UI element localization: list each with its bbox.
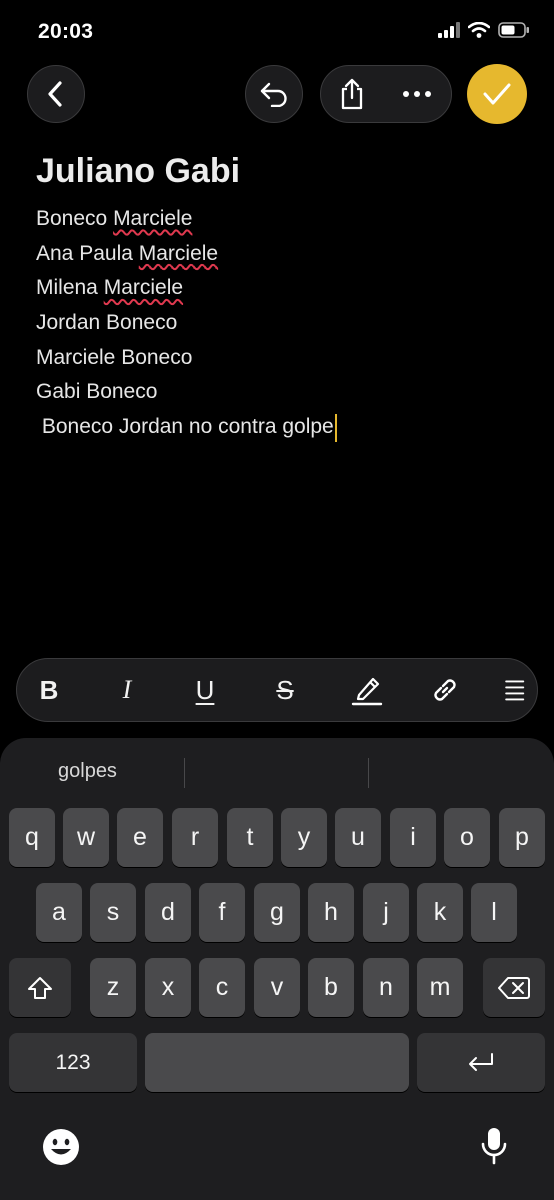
cellular-signal-icon	[438, 22, 460, 38]
chevron-left-icon	[48, 81, 62, 107]
key-c[interactable]: c	[199, 958, 245, 1017]
line-text: Gabi Boneco	[36, 380, 158, 404]
note-line: Ana Paula Marciele	[36, 239, 337, 274]
key-g[interactable]: g	[254, 883, 300, 942]
italic-button[interactable]: I	[107, 659, 147, 721]
undo-icon	[260, 82, 287, 107]
key-i[interactable]: i	[390, 808, 436, 867]
key-p[interactable]: p	[499, 808, 545, 867]
key-d[interactable]: d	[145, 883, 191, 942]
shift-key[interactable]	[9, 958, 71, 1017]
misspelled-word[interactable]: Marciele	[113, 207, 192, 230]
key-u[interactable]: u	[335, 808, 381, 867]
key-t[interactable]: t	[227, 808, 273, 867]
key-j[interactable]: j	[363, 883, 409, 942]
note-line: Marciele Boneco	[36, 343, 337, 378]
key-a[interactable]: a	[36, 883, 82, 942]
share-button[interactable]	[321, 78, 383, 110]
key-s[interactable]: s	[90, 883, 136, 942]
line-text: Marciele Boneco	[36, 345, 193, 369]
numbers-key[interactable]: 123	[9, 1033, 137, 1092]
bold-button[interactable]: B	[29, 659, 69, 721]
note-line: Gabi Boneco	[36, 377, 337, 412]
shift-icon	[28, 976, 52, 999]
key-l[interactable]: l	[471, 883, 517, 942]
key-k[interactable]: k	[417, 883, 463, 942]
return-icon	[469, 1052, 493, 1071]
key-f[interactable]: f	[199, 883, 245, 942]
note-line: Boneco Jordan no contra golpe	[36, 412, 337, 447]
line-text: Ana Paula	[36, 241, 139, 265]
line-text: Boneco Jordan no contra golpe	[36, 415, 334, 439]
line-text: Milena	[36, 276, 104, 300]
dictation-button[interactable]	[480, 1126, 508, 1171]
key-n[interactable]: n	[363, 958, 409, 1017]
format-toolbar: B I U S	[16, 658, 538, 722]
emoji-icon	[43, 1129, 79, 1165]
highlighter-icon	[351, 677, 383, 706]
list-icon	[505, 680, 525, 701]
key-q[interactable]: q	[9, 808, 55, 867]
key-o[interactable]: o	[444, 808, 490, 867]
underline-button[interactable]: U	[185, 659, 225, 721]
share-more-group	[320, 65, 452, 123]
more-button[interactable]	[383, 90, 451, 98]
note-body[interactable]: Boneco Marciele Ana Paula Marciele Milen…	[36, 204, 337, 447]
note-line: Jordan Boneco	[36, 308, 337, 343]
misspelled-word[interactable]: Marciele	[104, 276, 183, 299]
suggestion-divider	[368, 758, 369, 788]
status-time: 20:03	[38, 20, 94, 43]
done-button[interactable]	[467, 64, 527, 124]
key-r[interactable]: r	[172, 808, 218, 867]
line-text: Boneco	[36, 207, 114, 230]
battery-icon	[498, 22, 529, 38]
space-bar[interactable]	[145, 1033, 409, 1092]
microphone-icon	[481, 1128, 507, 1165]
link-icon	[434, 679, 456, 701]
undo-button[interactable]	[245, 65, 303, 123]
key-h[interactable]: h	[308, 883, 354, 942]
emoji-button[interactable]	[42, 1128, 80, 1171]
key-v[interactable]: v	[254, 958, 300, 1017]
line-text: Jordan Boneco	[36, 311, 178, 335]
text-cursor	[334, 413, 337, 442]
note-line: Milena Marciele	[36, 273, 337, 308]
ellipsis-icon	[403, 91, 431, 97]
key-y[interactable]: y	[281, 808, 327, 867]
wifi-icon	[468, 22, 490, 38]
backspace-icon	[498, 976, 530, 999]
key-z[interactable]: z	[90, 958, 136, 1017]
key-e[interactable]: e	[117, 808, 163, 867]
status-icons	[438, 22, 530, 38]
suggestion-1[interactable]: golpes	[58, 760, 117, 783]
misspelled-word[interactable]: Marciele	[139, 242, 218, 265]
list-button[interactable]	[501, 659, 525, 721]
strikethrough-button[interactable]: S	[265, 659, 305, 721]
highlight-button[interactable]	[347, 659, 387, 721]
checkmark-icon	[483, 83, 511, 105]
delete-key[interactable]	[483, 958, 545, 1017]
link-button[interactable]	[425, 659, 465, 721]
note-title[interactable]: Juliano Gabi	[36, 152, 240, 191]
keyboard: golpes q w e r t y u i o p a s d f g h j…	[0, 738, 554, 1200]
note-line: Boneco Marciele	[36, 204, 337, 239]
suggestion-divider	[184, 758, 185, 788]
key-w[interactable]: w	[63, 808, 109, 867]
key-b[interactable]: b	[308, 958, 354, 1017]
key-x[interactable]: x	[145, 958, 191, 1017]
return-key[interactable]	[417, 1033, 545, 1092]
back-button[interactable]	[27, 65, 85, 123]
share-icon	[341, 78, 363, 110]
key-m[interactable]: m	[417, 958, 463, 1017]
